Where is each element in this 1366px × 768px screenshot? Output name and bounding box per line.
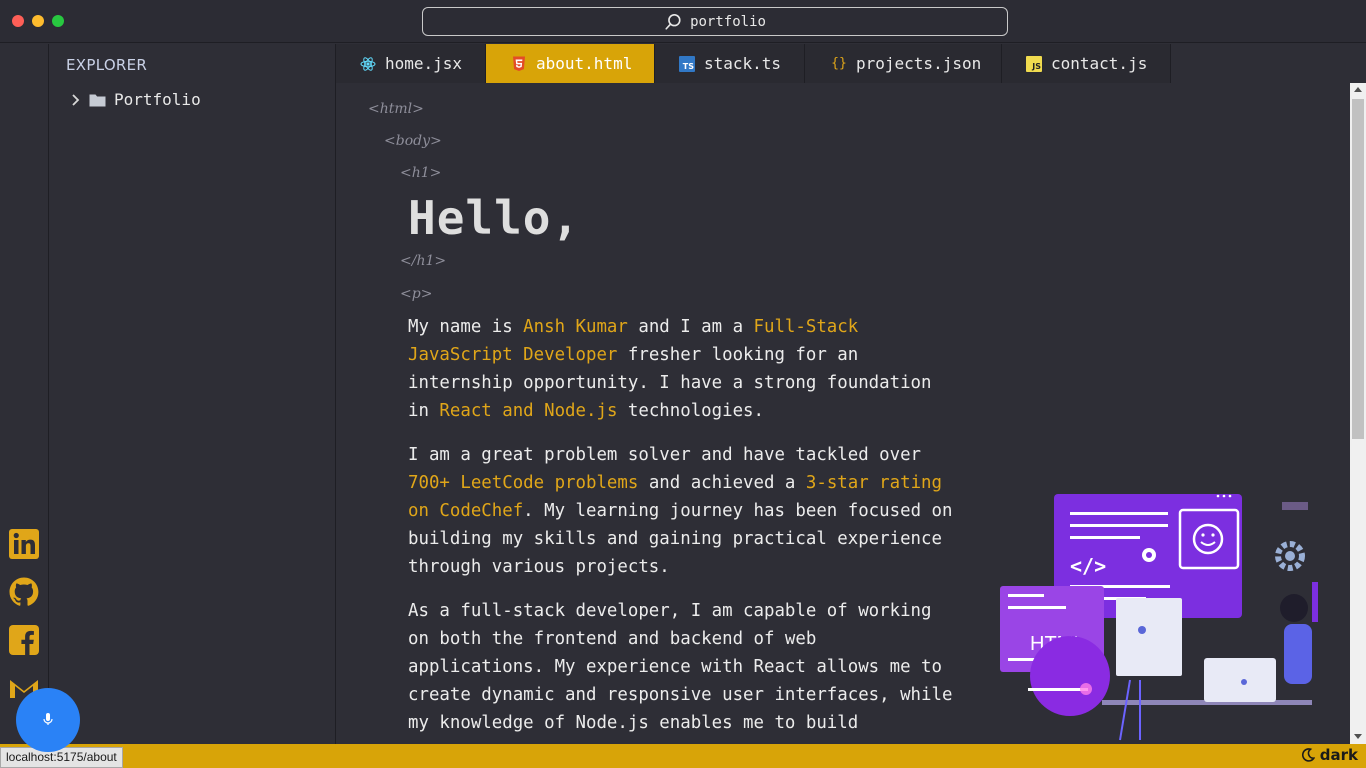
explorer-title: EXPLORER xyxy=(66,56,148,74)
title-bar: portfolio xyxy=(0,0,1366,43)
text-segment: My name is xyxy=(408,317,524,337)
search-text: portfolio xyxy=(690,13,766,30)
highlight-tech: React and Node.js xyxy=(439,401,618,421)
folder-icon xyxy=(89,94,106,106)
linkedin-icon[interactable] xyxy=(8,528,40,560)
skills-paragraph: I am a great problem solver and have tac… xyxy=(408,441,958,581)
facebook-icon[interactable] xyxy=(8,624,40,656)
text-segment: I am a great problem solver and have tac… xyxy=(408,445,922,465)
page-heading: Hello, xyxy=(408,191,581,245)
highlight-name: Ansh Kumar xyxy=(523,317,628,337)
command-search-bar[interactable]: portfolio xyxy=(422,7,1008,36)
h1-open-tag: <h1> xyxy=(400,165,442,181)
fullstack-paragraph: As a full-stack developer, I am capable … xyxy=(408,601,953,733)
text-segment: and achieved a xyxy=(638,473,806,493)
voice-assistant-button[interactable] xyxy=(16,688,80,752)
status-bar xyxy=(0,744,1366,768)
html-open-tag: <html> xyxy=(368,101,424,117)
scroll-down-icon[interactable] xyxy=(1354,734,1362,739)
tab-label: stack.ts xyxy=(704,54,782,73)
explorer-panel: EXPLORER Portfolio xyxy=(49,44,336,744)
chevron-right-icon xyxy=(72,93,80,106)
minimize-window-button[interactable] xyxy=(32,15,44,27)
microphone-icon xyxy=(43,713,53,725)
tab-about-html[interactable]: about.html xyxy=(486,44,655,83)
typescript-icon: TS xyxy=(679,55,695,72)
tab-label: contact.js xyxy=(1051,54,1148,73)
javascript-icon: JS xyxy=(1026,55,1042,72)
tab-stack-ts[interactable]: TS stack.ts xyxy=(655,44,805,83)
github-icon[interactable] xyxy=(8,576,40,608)
tree-item-portfolio[interactable]: Portfolio xyxy=(71,90,201,109)
tab-label: about.html xyxy=(536,54,633,73)
h1-close-tag: </h1> xyxy=(400,253,447,269)
scroll-thumb[interactable] xyxy=(1352,99,1364,439)
p-open-tag: <p> xyxy=(400,286,433,302)
text-segment: and I am a xyxy=(627,317,754,337)
moon-icon xyxy=(1301,748,1315,762)
highlight-leetcode: 700+ LeetCode problems xyxy=(408,473,639,493)
tab-home-jsx[interactable]: home.jsx xyxy=(336,44,486,83)
tab-contact-js[interactable]: JS contact.js xyxy=(1002,44,1171,83)
html5-icon xyxy=(511,56,527,72)
theme-toggle[interactable]: dark xyxy=(1301,746,1358,764)
editor-tabs: home.jsx about.html TS stack.ts {} proje… xyxy=(336,44,1171,83)
scroll-up-icon[interactable] xyxy=(1354,87,1362,92)
react-icon xyxy=(360,56,376,72)
tab-projects-json[interactable]: {} projects.json xyxy=(805,44,1002,83)
json-icon: {} xyxy=(831,56,847,71)
link-url-tooltip: localhost:5175/about xyxy=(0,747,123,768)
maximize-window-button[interactable] xyxy=(52,15,64,27)
tab-label: home.jsx xyxy=(385,54,463,73)
tree-item-label: Portfolio xyxy=(114,90,201,109)
intro-paragraph: My name is Ansh Kumar and I am a Full-St… xyxy=(408,313,958,425)
tab-label: projects.json xyxy=(856,54,982,73)
body-open-tag: <body> xyxy=(384,133,442,149)
theme-label: dark xyxy=(1319,746,1358,764)
svg-text:</>: </> xyxy=(1070,554,1106,578)
text-segment: technologies. xyxy=(617,401,765,421)
developer-illustration: </> HTML xyxy=(990,490,1318,744)
close-window-button[interactable] xyxy=(12,15,24,27)
editor-scrollbar[interactable] xyxy=(1350,83,1366,744)
search-icon xyxy=(665,13,681,30)
